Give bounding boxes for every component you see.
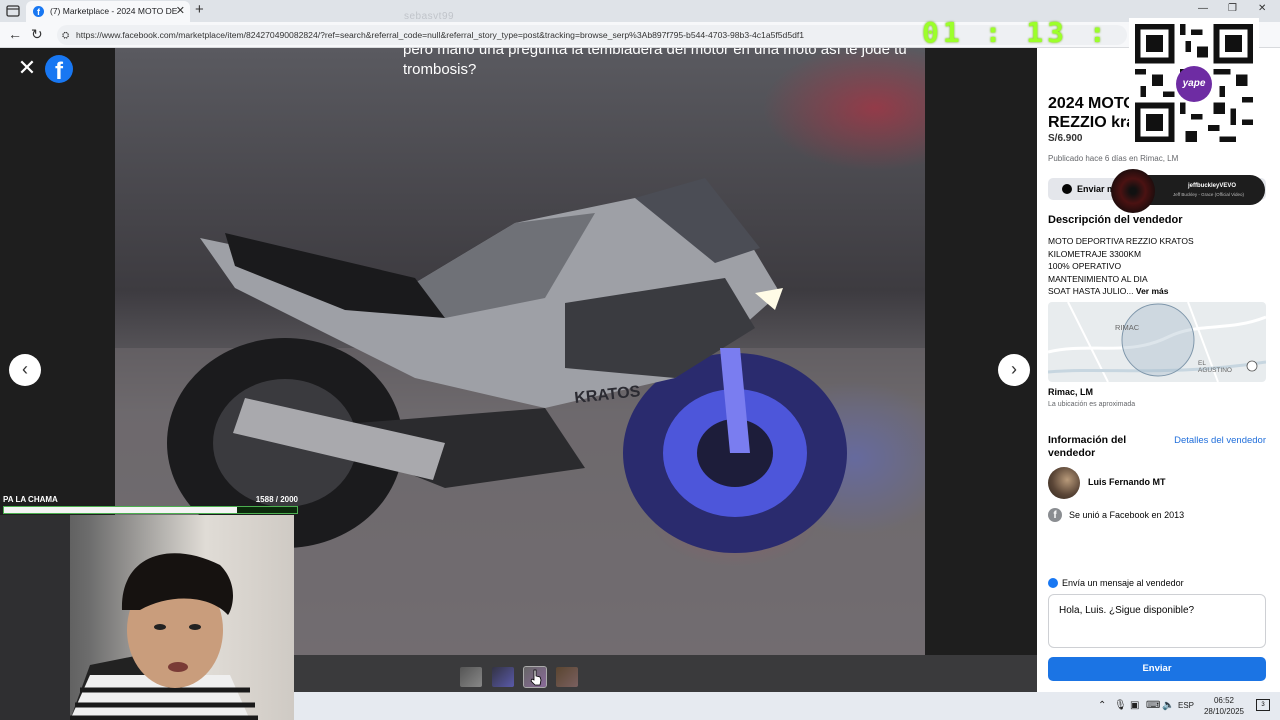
location-note: La ubicación es aproximada — [1048, 401, 1136, 408]
music-artist: jeffbuckleyVEVO — [1188, 183, 1237, 189]
network-icon[interactable]: ⌨ — [1146, 700, 1160, 711]
seller-info-heading: Información del vendedor — [1048, 434, 1127, 459]
description-line: MOTO DEPORTIVA REZZIO KRATOS — [1048, 236, 1194, 246]
photo-thumbnail[interactable] — [492, 667, 514, 687]
description-line: KILOMETRAJE 3300KM — [1048, 248, 1142, 259]
streamer-image — [0, 515, 258, 720]
webcam-feed — [0, 515, 294, 720]
send-heading-text: Envía un mensaje al vendedor — [1062, 578, 1184, 588]
listing-price: S/6.900 — [1048, 133, 1083, 144]
facebook-logo-icon[interactable]: f — [45, 55, 73, 85]
donation-goal-bar — [3, 506, 298, 514]
notification-icon[interactable]: 3 — [1256, 699, 1270, 711]
description-text: MOTO DEPORTIVA REZZIO KRATOS KILOMETRAJE… — [1048, 235, 1194, 298]
facebook-favicon-icon: f — [33, 6, 44, 17]
facebook-icon: f — [1048, 508, 1062, 522]
close-window-icon[interactable]: ✕ — [1258, 3, 1266, 14]
description-line: 100% OPERATIVO — [1048, 261, 1122, 271]
messenger-icon — [1062, 184, 1072, 194]
seller-joined: Se unió a Facebook en 2013 — [1069, 510, 1185, 520]
location-map[interactable]: RIMAC EL AGUSTINO — [1048, 302, 1266, 382]
system-clock[interactable]: 06:52 28/10/2025 — [1204, 695, 1244, 717]
chevron-left-icon: ‹ — [22, 359, 28, 379]
stream-user-handle: sebasvt99 — [404, 11, 455, 22]
new-tab-button[interactable]: + — [195, 1, 204, 18]
close-tab-icon[interactable]: ✕ — [176, 1, 185, 22]
send-message-heading: Envía un mensaje al vendedor — [1048, 578, 1184, 588]
map-image — [1048, 302, 1266, 382]
description-heading: Descripción del vendedor — [1048, 214, 1183, 226]
windows-taskbar: ⌃ 🎙 ▣ ⌨ 🔈 ESP 06:52 28/10/2025 3 — [294, 692, 1280, 720]
device-icon[interactable]: ▣ — [1130, 700, 1139, 711]
stream-caption: pero mano una pregunta la tembladera del… — [403, 48, 907, 78]
goal-title: PA LA CHAMA — [3, 495, 58, 504]
window-menu-icon[interactable] — [6, 4, 20, 18]
site-info-icon[interactable]: ⛭ — [62, 25, 69, 45]
mouse-cursor-icon — [530, 669, 542, 686]
minimize-icon[interactable]: — — [1198, 3, 1208, 14]
map-label: EL AGUSTINO — [1198, 360, 1232, 374]
microphone-icon[interactable]: 🎙 — [1114, 700, 1127, 711]
browser-tab[interactable]: f (7) Marketplace - 2024 MOTO DE ✕ — [26, 1, 190, 22]
goal-count: 1588 / 2000 — [255, 495, 298, 504]
yape-logo-icon: yape — [1176, 66, 1212, 102]
see-more-link[interactable]: Ver más — [1136, 286, 1169, 296]
message-input[interactable] — [1048, 594, 1266, 648]
description-line: MANTENIMIENTO AL DIA — [1048, 273, 1148, 284]
seller-avatar[interactable] — [1048, 467, 1080, 499]
description-line: SOAT HASTA JULIO... — [1048, 286, 1134, 296]
chevron-up-icon[interactable]: ⌃ — [1098, 700, 1106, 711]
next-photo-button[interactable]: › — [998, 354, 1030, 386]
photo-thumbnail[interactable] — [556, 667, 578, 687]
music-song: Jeff Buckley - Grace (Official Video) — [1173, 192, 1245, 197]
messenger-icon — [1048, 578, 1058, 588]
close-viewer-icon[interactable]: ✕ — [16, 57, 38, 79]
photo-thumbnail[interactable] — [460, 667, 482, 687]
yape-qr-code: yape — [1129, 18, 1259, 150]
vinyl-disc-icon — [1111, 169, 1155, 213]
clock-date: 28/10/2025 — [1203, 707, 1244, 716]
seller-details-link[interactable]: Detalles del vendedor — [1174, 435, 1266, 446]
thumbnail-strip — [294, 655, 1037, 692]
location-name: Rimac, LM — [1048, 387, 1094, 397]
previous-photo-button[interactable]: ‹ — [9, 354, 41, 386]
seller-name[interactable]: Luis Fernando MT — [1088, 477, 1166, 487]
listing-posted: Publicado hace 6 días en Rimac, LM — [1048, 154, 1179, 163]
clock-time: 06:52 — [1213, 696, 1234, 705]
back-arrow-icon[interactable]: ← — [8, 26, 22, 42]
reload-icon[interactable]: ↻ — [31, 26, 43, 43]
tab-title: (7) Marketplace - 2024 MOTO DE — [50, 6, 178, 16]
description-line-last: SOAT HASTA JULIO... Ver más — [1048, 285, 1194, 298]
language-indicator[interactable]: ESP — [1178, 701, 1194, 710]
goal-bar-fill — [4, 507, 237, 513]
now-playing-widget: jeffbuckleyVEVO Jeff Buckley - Grace (Of… — [1111, 169, 1265, 213]
url-text: https://www.facebook.com/marketplace/ite… — [76, 30, 805, 40]
speaker-icon[interactable]: 🔈 — [1162, 700, 1174, 711]
donation-goal-label: PA LA CHAMA 1588 / 2000 — [3, 495, 298, 504]
send-button[interactable]: Enviar — [1048, 657, 1266, 681]
chevron-right-icon: › — [1011, 359, 1017, 379]
map-label: RIMAC — [1115, 323, 1140, 332]
maximize-icon[interactable]: ❐ — [1228, 3, 1237, 14]
message-button-label: Enviar m — [1077, 184, 1116, 194]
